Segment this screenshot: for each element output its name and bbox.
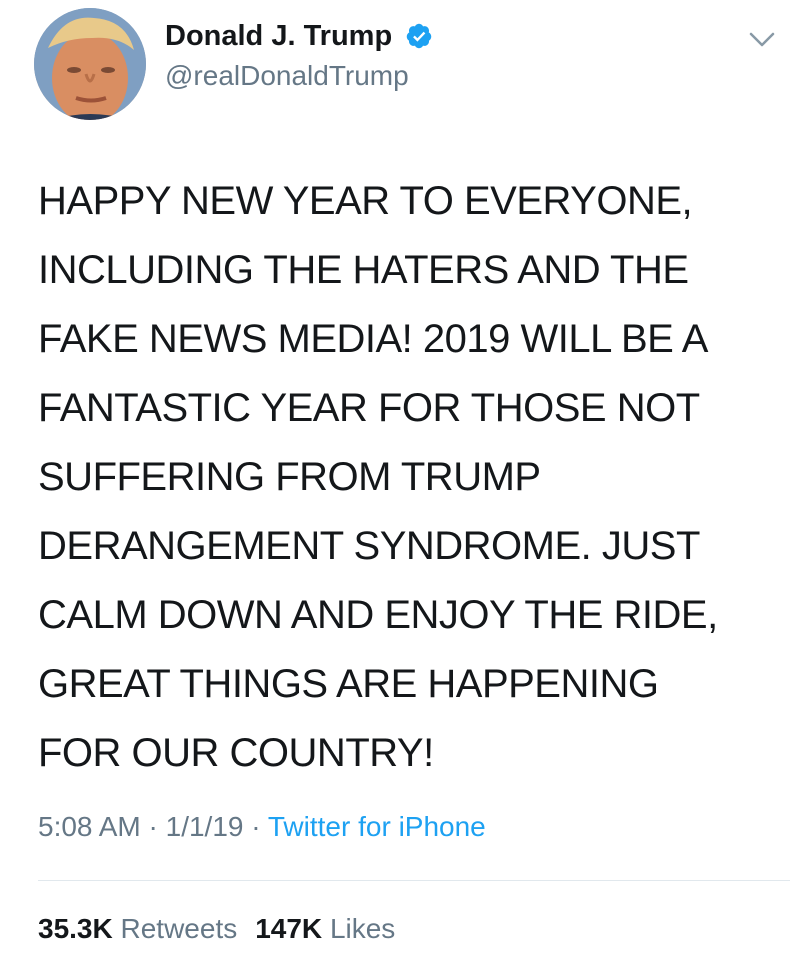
author-info[interactable]: Donald J. Trump @realDonaldTrump <box>165 18 433 94</box>
tweet-metadata: 5:08 AM · 1/1/19 · Twitter for iPhone <box>38 809 486 845</box>
tweet-stats: 35.3K Retweets 147K Likes <box>38 911 395 947</box>
tweet-time[interactable]: 5:08 AM <box>38 811 141 842</box>
avatar[interactable] <box>34 8 146 120</box>
user-handle[interactable]: @realDonaldTrump <box>165 58 433 94</box>
meta-separator: · <box>148 811 158 842</box>
tweet-detail: Donald J. Trump @realDonaldTrump HAPPY N… <box>0 0 810 959</box>
likes-count: 147K <box>255 913 323 944</box>
meta-separator: · <box>251 811 261 842</box>
display-name[interactable]: Donald J. Trump <box>165 18 392 54</box>
chevron-down-icon[interactable] <box>748 30 776 50</box>
likes-stat[interactable]: 147K Likes <box>255 913 395 944</box>
verified-badge-icon <box>406 23 431 49</box>
likes-label: Likes <box>329 913 396 944</box>
retweets-label: Retweets <box>120 913 238 944</box>
tweet-source-link[interactable]: Twitter for iPhone <box>268 811 486 842</box>
retweets-count: 35.3K <box>38 913 113 944</box>
profile-photo <box>34 8 146 120</box>
tweet-date[interactable]: 1/1/19 <box>166 811 244 842</box>
divider <box>38 880 790 881</box>
retweets-stat[interactable]: 35.3K Retweets <box>38 913 237 944</box>
tweet-text: HAPPY NEW YEAR TO EVERYONE, INCLUDING TH… <box>38 179 718 775</box>
